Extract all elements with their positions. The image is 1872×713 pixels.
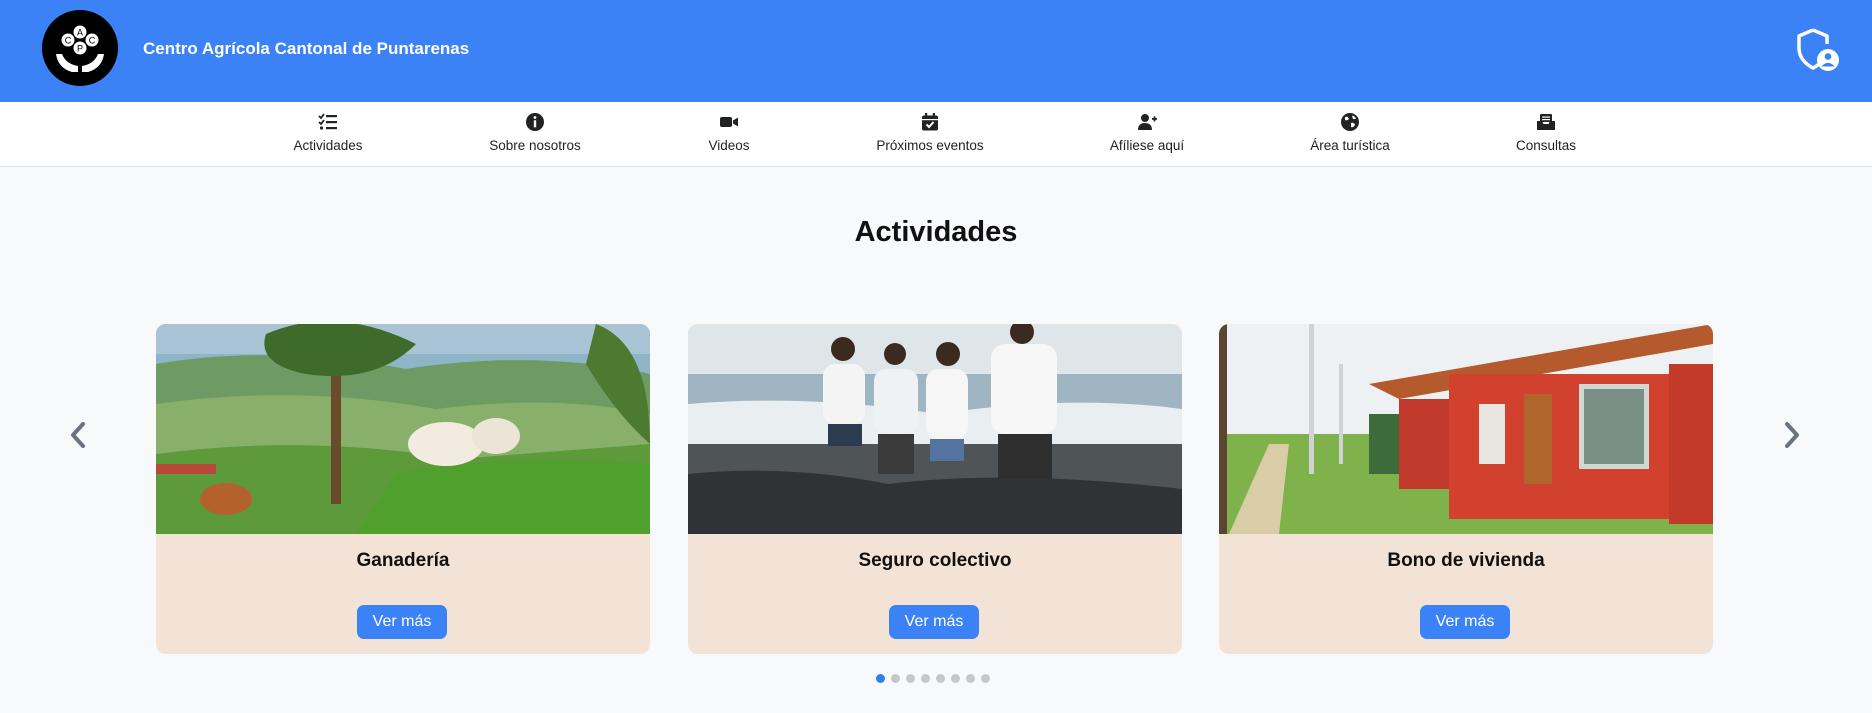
logo-emblem: C A C P	[43, 11, 117, 85]
activity-card-seguro-colectivo: Seguro colectivo Ver más	[688, 324, 1182, 654]
nav-label: Actividades	[293, 138, 363, 153]
carousel-dot-1[interactable]	[876, 674, 885, 683]
logo-letter-4: P	[77, 44, 83, 54]
nav-label: Afíliese aquí	[1109, 138, 1185, 153]
calendar-check-icon	[922, 113, 938, 131]
logo-letter-3: C	[89, 36, 96, 46]
carousel-next-button[interactable]	[1777, 418, 1807, 452]
chevron-left-icon	[71, 422, 85, 448]
activity-card-ganaderia: Ganadería Ver más	[156, 324, 650, 654]
nav-item-videos[interactable]: Videos	[629, 112, 829, 153]
logo[interactable]: C A C P	[42, 10, 118, 86]
carousel-pagination	[876, 670, 996, 683]
carousel-dot-8[interactable]	[981, 674, 990, 683]
nav-item-proximos-eventos[interactable]: Próximos eventos	[830, 112, 1030, 153]
checklist-icon	[318, 113, 337, 130]
carousel-dot-7[interactable]	[966, 674, 975, 683]
nav-label: Sobre nosotros	[489, 138, 581, 153]
nav-label: Próximos eventos	[876, 138, 984, 153]
card-image-cattle	[156, 324, 650, 534]
card-title: Ganadería	[356, 550, 450, 571]
inbox-icon	[1537, 114, 1555, 130]
globe-icon	[1341, 113, 1359, 131]
nav-item-sobre-nosotros[interactable]: Sobre nosotros	[435, 112, 635, 153]
nav-item-afiliese[interactable]: Afíliese aquí	[1047, 112, 1247, 153]
nav-label: Consultas	[1515, 138, 1577, 153]
carousel-dot-5[interactable]	[936, 674, 945, 683]
logo-letter-2: A	[77, 28, 83, 38]
chevron-right-icon	[1785, 422, 1799, 448]
nav-item-consultas[interactable]: Consultas	[1446, 112, 1646, 153]
site-title: Centro Agrícola Cantonal de Puntarenas	[143, 39, 470, 58]
nav-item-actividades[interactable]: Actividades	[228, 112, 428, 153]
carousel-dot-6[interactable]	[951, 674, 960, 683]
card-title: Bono de vivienda	[1387, 550, 1545, 571]
card-image-beach	[688, 324, 1182, 534]
user-plus-icon	[1138, 114, 1157, 130]
nav-label: Área turística	[1310, 138, 1390, 153]
ver-mas-button[interactable]: Ver más	[1420, 605, 1510, 639]
carousel-prev-button[interactable]	[63, 418, 93, 452]
carousel-dot-4[interactable]	[921, 674, 930, 683]
shield-user-icon[interactable]	[1793, 26, 1841, 74]
carousel-dot-2[interactable]	[891, 674, 900, 683]
info-icon	[526, 113, 544, 131]
logo-letter-1: C	[65, 36, 72, 46]
site-header: C A C P Centro Agrícola Cantonal de Punt…	[0, 0, 1872, 102]
nav-item-area-turistica[interactable]: Área turística	[1250, 112, 1450, 153]
carousel-dot-3[interactable]	[906, 674, 915, 683]
activity-card-bono-vivienda: Bono de vivienda Ver más	[1219, 324, 1713, 654]
ver-mas-button[interactable]: Ver más	[889, 605, 979, 639]
main-nav: Actividades Sobre nosotros Videos Próxim…	[0, 102, 1872, 167]
card-title: Seguro colectivo	[858, 550, 1012, 571]
card-image-houses	[1219, 324, 1713, 534]
section-title: Actividades	[854, 216, 1018, 248]
video-icon	[720, 117, 738, 127]
ver-mas-button[interactable]: Ver más	[357, 605, 447, 639]
nav-label: Videos	[708, 138, 750, 153]
